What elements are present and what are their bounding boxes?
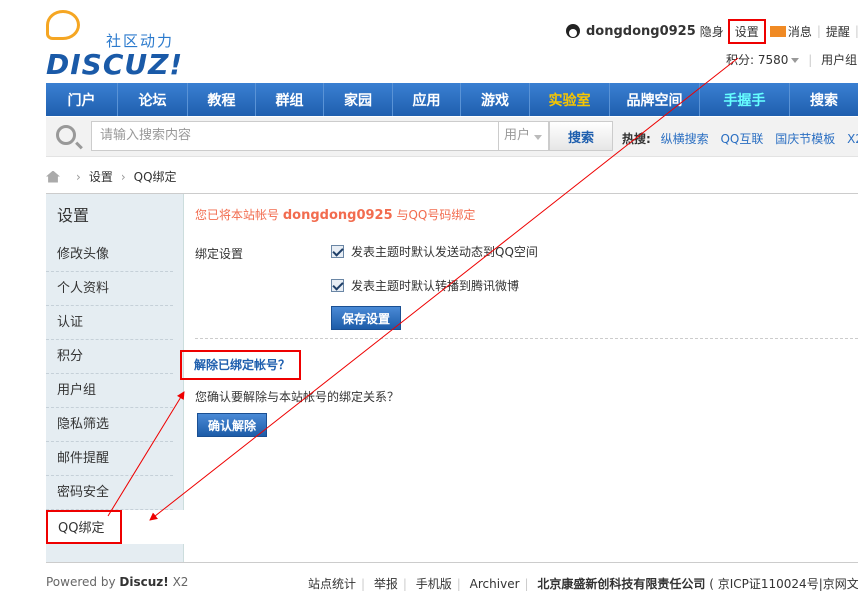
chevron-right-icon: › [76,169,81,184]
unbind-heading: 解除已绑定帐号？ [180,350,301,380]
hot-searches: 热搜: 纵横搜索 QQ互联 国庆节模板 X2 模 [622,130,858,147]
option-weibo-label: 发表主题时默认转播到腾讯微博 [351,279,520,293]
unbind-confirm-text: 您确认要解除与本站帐号的绑定关系？ [195,390,400,404]
sidebar-item-usergroup[interactable]: 用户组 [46,374,173,408]
nav-portal[interactable]: 门户 [46,83,118,116]
separator: | [816,24,821,38]
footer-powered: Powered by Discuz! X2 [46,575,188,589]
usergroup-link[interactable]: 用户组: [821,53,858,67]
hot-link[interactable]: 国庆节模板 [775,132,835,146]
option-qzone[interactable]: 发表主题时默认发送动态到QQ空间 [331,243,538,260]
logo-wordmark: DISCUZ! [46,48,184,81]
sidebar-active-row: QQ绑定 [46,510,184,544]
sidebar-item-avatar[interactable]: 修改头像 [46,238,173,272]
separator: | [402,577,407,591]
nav-tutorial[interactable]: 教程 [188,83,256,116]
footer-link-stats[interactable]: 站点统计 [308,577,356,591]
hot-label: 热搜: [622,132,651,146]
separator: | [808,53,813,67]
footer-icp[interactable]: ( 京ICP证110024号|京网文[20 [709,577,858,591]
user-status-bar: 积分: 7580 | 用户组: [726,51,858,68]
footer-links: 站点统计 | 举报 | 手机版 | Archiver | 北京康盛新创科技有限责任公司 … [308,575,858,592]
separator: | [456,577,461,591]
nav-forum[interactable]: 论坛 [118,83,188,116]
sidebar-item-qq-bind[interactable]: QQ绑定 [46,510,122,544]
section-divider [195,338,858,339]
sidebar-item-credits[interactable]: 积分 [46,340,173,374]
footer-link-report[interactable]: 举报 [374,577,398,591]
nav-brand-space[interactable]: 品牌空间 [610,83,700,116]
breadcrumb: › 设置 › QQ绑定 [46,168,177,185]
username-link[interactable]: dongdong0925 [586,24,696,39]
nav-groups[interactable]: 群组 [256,83,324,116]
qq-penguin-icon [566,24,580,38]
points-link[interactable]: 积分: 7580 [726,53,788,67]
bind-notice: 您已将本站帐号 dongdong0925 与QQ号码绑定 [195,206,475,223]
nav-handshake[interactable]: 手握手 [700,83,790,116]
invisible-link[interactable]: 隐身 [700,23,724,40]
nav-apps[interactable]: 应用 [393,83,461,116]
search-input[interactable]: 请输入搜索内容 [91,121,499,151]
separator: | [361,577,366,591]
settings-link[interactable]: 设置 [727,18,766,44]
powered-brand-link[interactable]: Discuz! [119,575,168,589]
checkbox-checked-icon[interactable] [331,279,344,292]
search-icon [56,125,76,145]
confirm-unbind-button[interactable]: 确认解除 [197,413,267,437]
messages-link[interactable]: 消息 [788,23,812,40]
nav-home[interactable]: 家园 [324,83,393,116]
sidebar-item-password[interactable]: 密码安全 [46,476,173,510]
reminders-link[interactable]: 提醒 [826,23,850,40]
breadcrumb-qq-bind: QQ绑定 [133,170,177,184]
logo-bubble-icon [46,10,80,40]
notice-suffix: 与QQ号码绑定 [396,208,476,222]
sidebar-title: 设置 [57,206,90,225]
bind-settings-label: 绑定设置 [195,247,244,261]
nav-search[interactable]: 搜索 [790,83,858,116]
footer-company[interactable]: 北京康盛新创科技有限责任公司 [537,577,705,591]
settings-sidebar: 设置 修改头像 个人资料 认证 积分 用户组 隐私筛选 邮件提醒 密码安全 QQ… [46,194,184,562]
notice-prefix: 您已将本站帐号 [195,208,280,222]
site-logo[interactable]: 社区动力 DISCUZ! [46,10,186,81]
option-weibo[interactable]: 发表主题时默认转播到腾讯微博 [331,277,519,294]
sidebar-item-email[interactable]: 邮件提醒 [46,442,173,476]
home-icon[interactable] [46,170,60,183]
hot-link[interactable]: 纵横搜索 [661,132,709,146]
sidebar-item-privacy[interactable]: 隐私筛选 [46,408,173,442]
hot-link[interactable]: QQ互联 [720,132,763,146]
chevron-down-icon [791,58,800,63]
powered-version: X2 [172,575,189,589]
save-settings-button[interactable]: 保存设置 [331,306,401,330]
main-nav: 门户 论坛 教程 群组 家园 应用 游戏 实验室 品牌空间 手握手 搜索 [46,83,858,116]
footer-link-archiver[interactable]: Archiver [470,577,520,591]
sidebar-item-profile[interactable]: 个人资料 [46,272,173,306]
nav-lab[interactable]: 实验室 [530,83,610,116]
search-type-select[interactable]: 用户 [499,121,549,151]
settings-panel: 设置 修改头像 个人资料 认证 积分 用户组 隐私筛选 邮件提醒 密码安全 QQ… [46,193,858,563]
sidebar-item-verify[interactable]: 认证 [46,306,173,340]
separator: | [524,577,529,591]
option-qzone-label: 发表主题时默认发送动态到QQ空间 [351,245,538,259]
search-button[interactable]: 搜索 [549,121,613,151]
mail-icon [769,25,786,37]
chevron-right-icon: › [120,169,126,184]
breadcrumb-settings[interactable]: 设置 [89,168,113,185]
hot-link[interactable]: X2 模 [847,132,858,146]
search-bar: 请输入搜索内容 用户 搜索 热搜: 纵横搜索 QQ互联 国庆节模板 X2 模 [46,117,858,157]
checkbox-checked-icon[interactable] [331,245,344,258]
user-toolbar: dongdong0925 隐身 设置 消息 | 提醒 | [566,18,858,44]
powered-by-text: Powered by [46,575,116,589]
nav-games[interactable]: 游戏 [461,83,530,116]
footer-link-mobile[interactable]: 手机版 [416,577,452,591]
notice-username: dongdong0925 [282,208,393,223]
